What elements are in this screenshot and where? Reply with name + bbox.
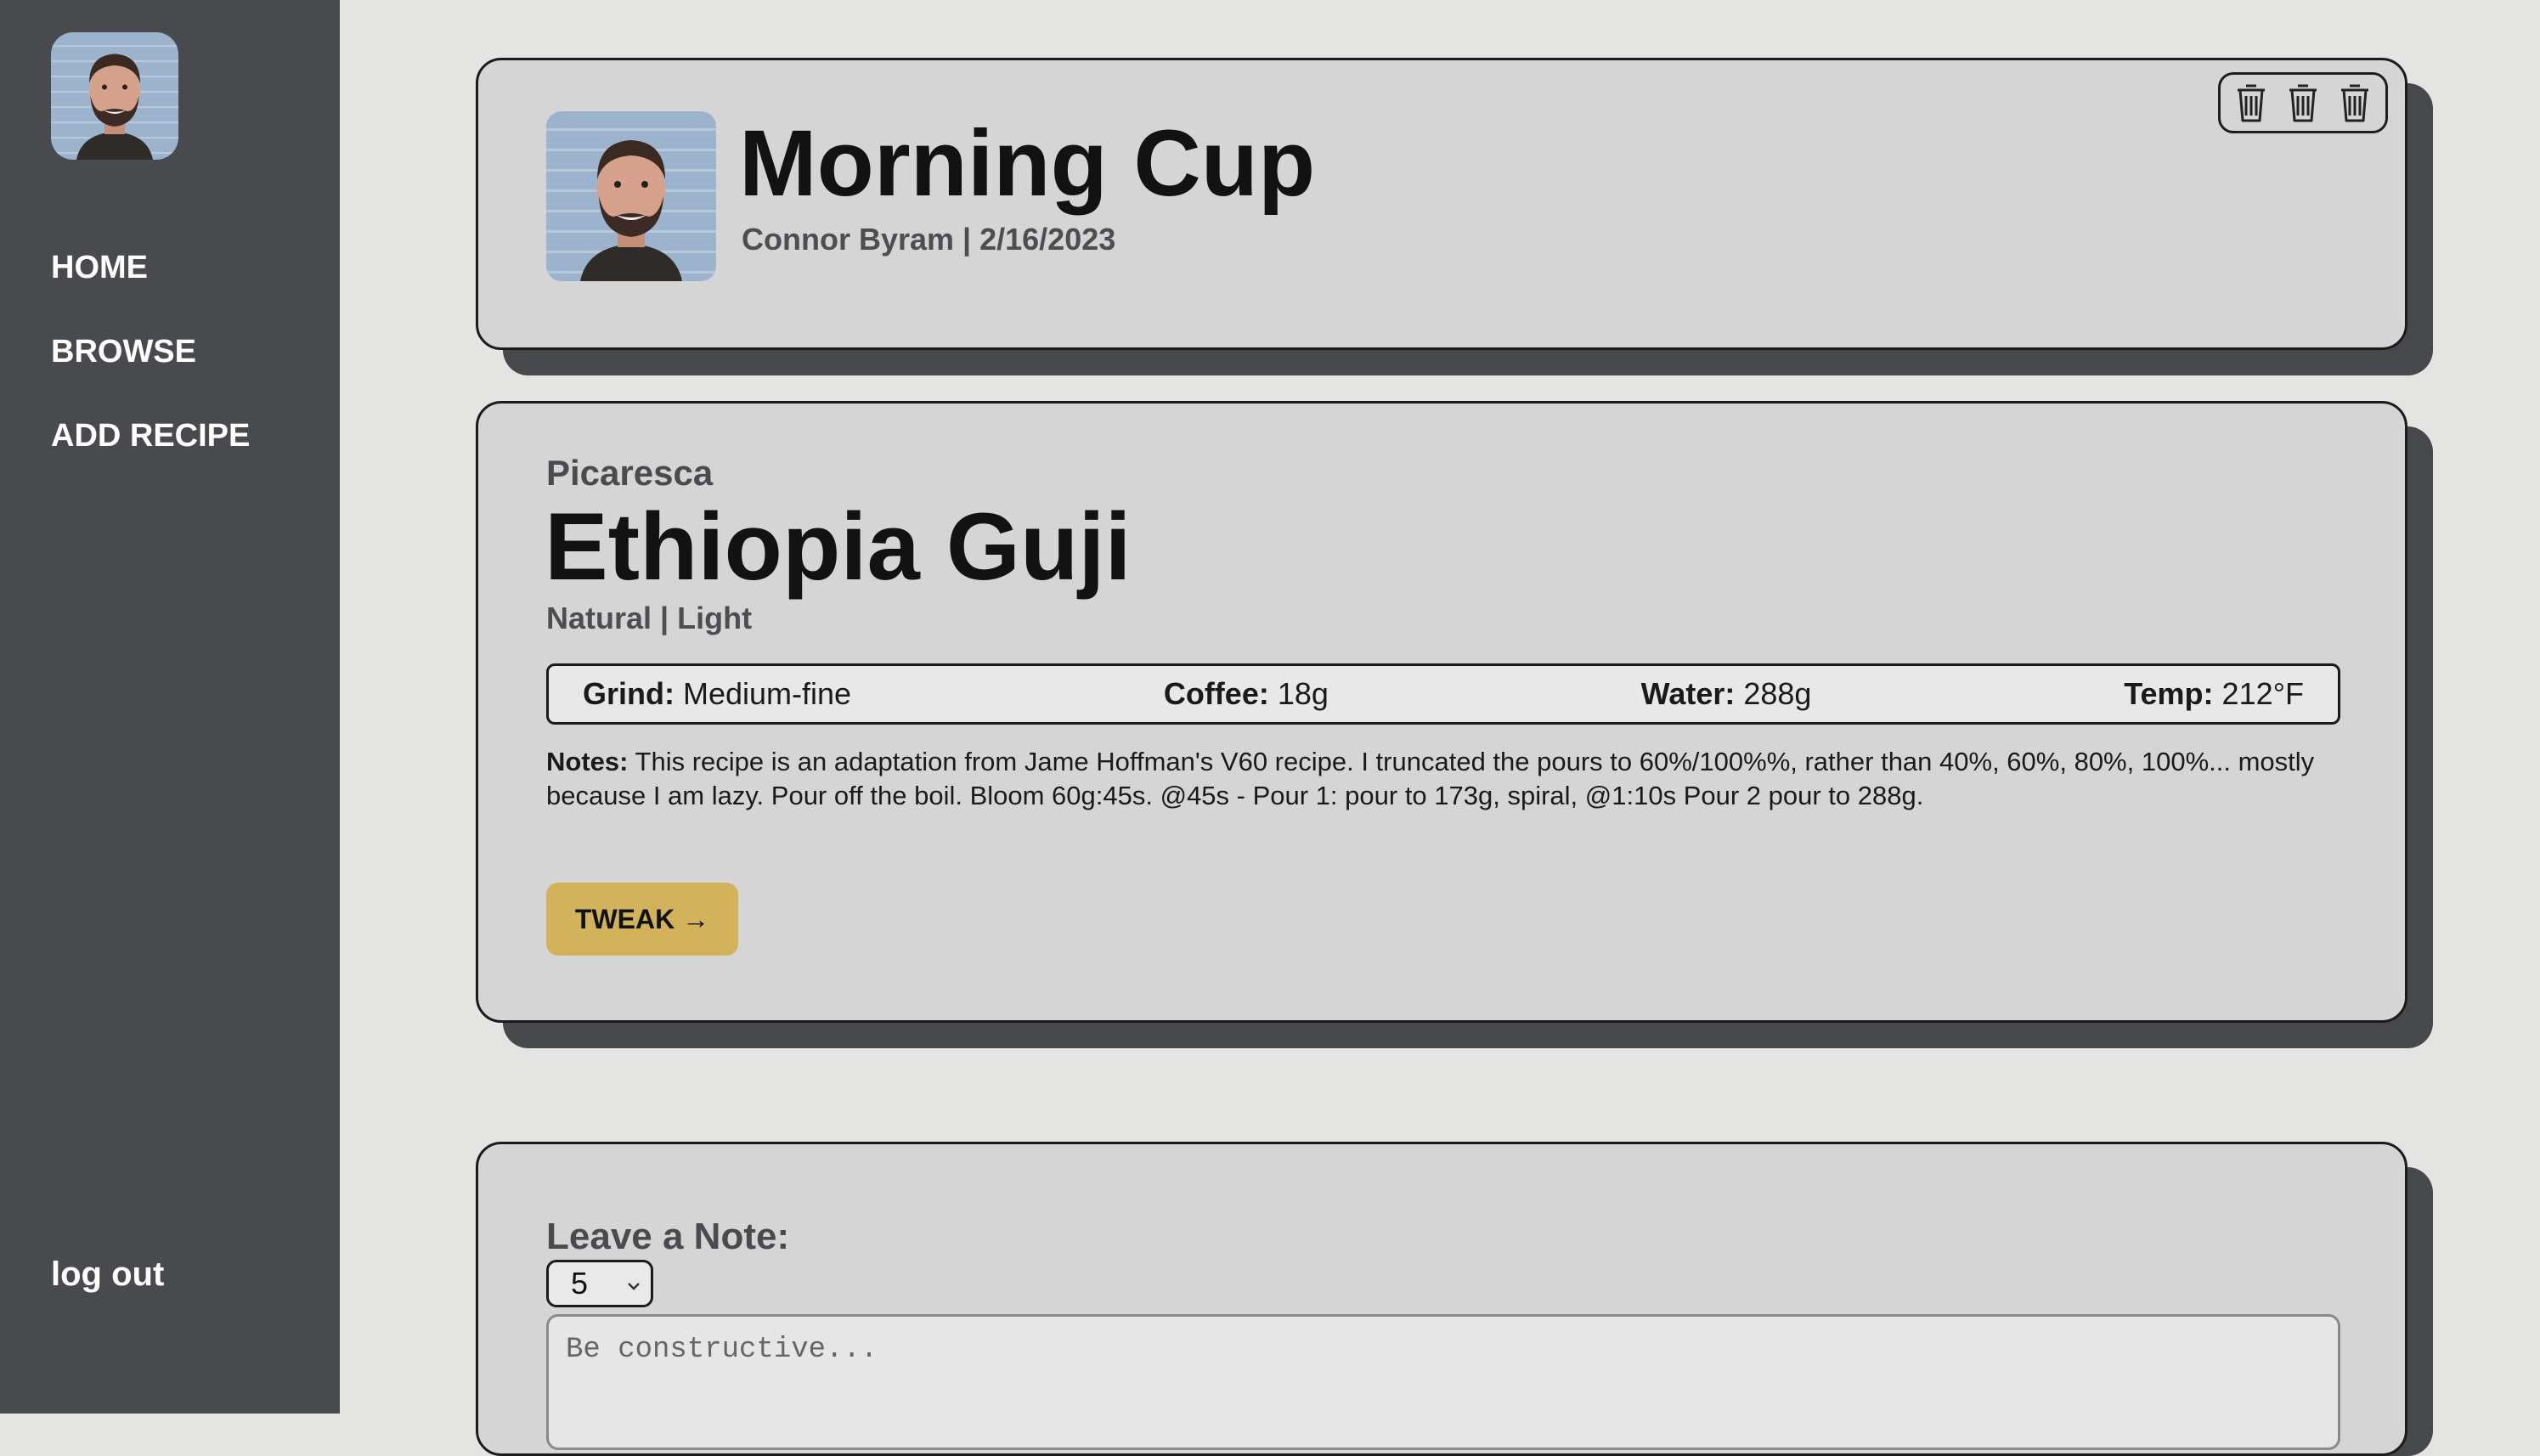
nav-browse[interactable]: BROWSE bbox=[51, 334, 196, 370]
rating-value: 5 bbox=[571, 1266, 589, 1301]
recipe-notes: Notes: This recipe is an adaptation from… bbox=[546, 745, 2340, 813]
grind-param: Grind: Medium-fine bbox=[583, 676, 851, 712]
author-photo bbox=[546, 111, 716, 281]
notes-label: Notes: bbox=[546, 747, 629, 776]
user-avatar[interactable] bbox=[51, 32, 178, 160]
recipe-title: Morning Cup bbox=[739, 111, 1316, 216]
recipe-header-card: Morning Cup Connor Byram | 2/16/2023 bbox=[476, 58, 2407, 350]
trash-icon[interactable] bbox=[2232, 81, 2270, 125]
coffee-name: Ethiopia Guji bbox=[545, 494, 1132, 600]
trash-icon[interactable] bbox=[2284, 81, 2322, 125]
tweak-button[interactable]: TWEAK → bbox=[546, 883, 738, 956]
water-value: 288g bbox=[1743, 676, 1812, 711]
grind-label: Grind: bbox=[583, 676, 675, 711]
process-roast: Natural | Light bbox=[546, 601, 753, 635]
coffee-details-card: Picaresca Ethiopia Guji Natural | Light … bbox=[476, 401, 2407, 1023]
brew-params-bar: Grind: Medium-fine Coffee: 18g Water: 28… bbox=[546, 663, 2340, 725]
action-icon-group bbox=[2218, 72, 2388, 133]
sidebar: HOME BROWSE ADD RECIPE log out bbox=[0, 0, 340, 1414]
coffee-value: 18g bbox=[1277, 676, 1329, 711]
water-label: Water: bbox=[1640, 676, 1736, 711]
grind-value: Medium-fine bbox=[683, 676, 852, 711]
coffee-param: Coffee: 18g bbox=[1164, 676, 1329, 712]
recipe-byline: Connor Byram | 2/16/2023 bbox=[742, 222, 1116, 257]
leave-note-label: Leave a Note: bbox=[546, 1216, 790, 1257]
roaster-name: Picaresca bbox=[546, 453, 714, 493]
nav-home[interactable]: HOME bbox=[51, 250, 148, 286]
logout-link[interactable]: log out bbox=[51, 1256, 164, 1294]
nav-add-recipe[interactable]: ADD RECIPE bbox=[51, 418, 250, 454]
temp-value: 212°F bbox=[2221, 676, 2304, 711]
rating-select[interactable]: 5 bbox=[546, 1260, 653, 1307]
trash-icon[interactable] bbox=[2336, 81, 2373, 125]
temp-label: Temp: bbox=[2124, 676, 2214, 711]
coffee-label: Coffee: bbox=[1163, 676, 1269, 711]
note-textarea[interactable] bbox=[546, 1314, 2340, 1450]
chevron-down-icon bbox=[624, 1271, 644, 1306]
leave-note-card: Leave a Note: 5 bbox=[476, 1142, 2407, 1456]
notes-text: This recipe is an adaptation from Jame H… bbox=[546, 747, 2315, 810]
temp-param: Temp: 212°F bbox=[2124, 676, 2304, 712]
water-param: Water: 288g bbox=[1641, 676, 1812, 712]
